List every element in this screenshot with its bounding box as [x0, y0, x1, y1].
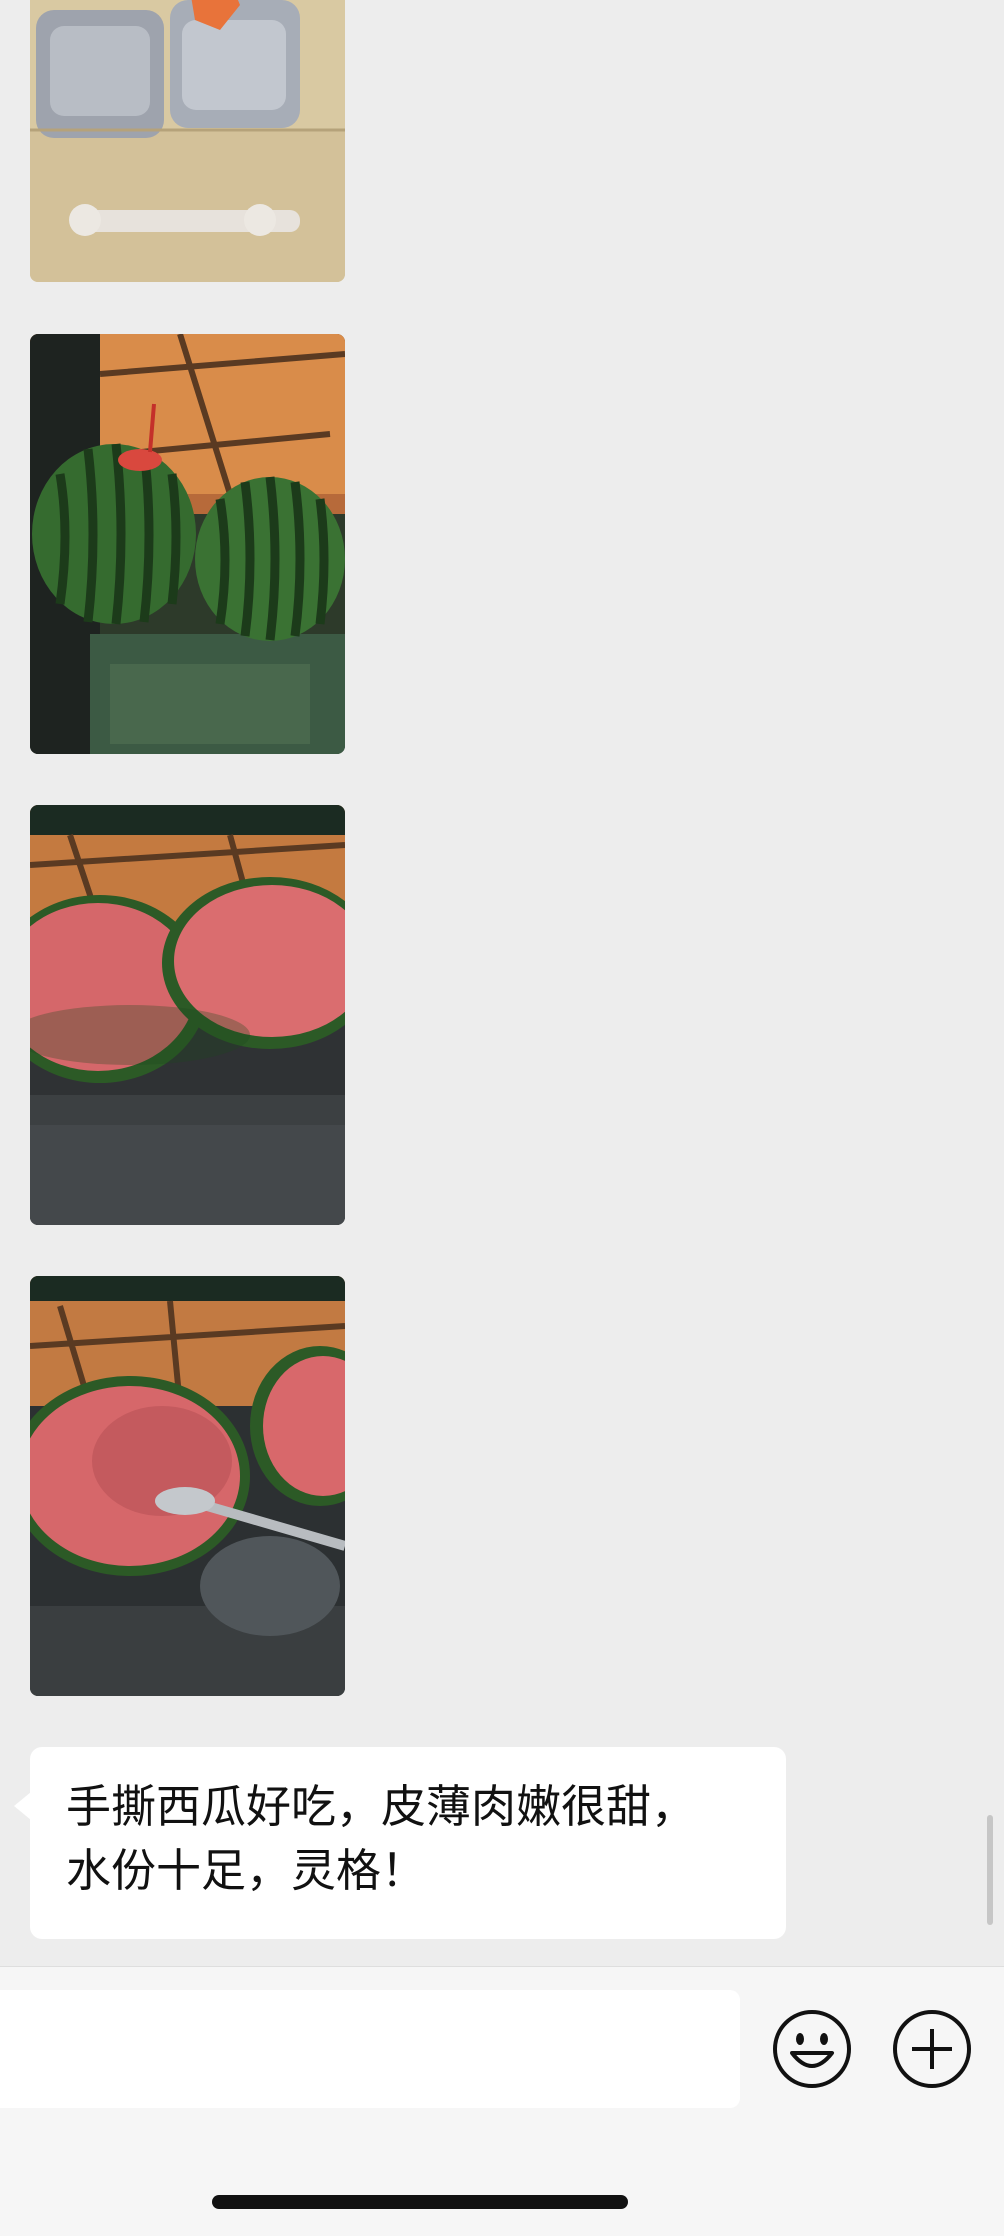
message-input[interactable] — [0, 1990, 740, 2108]
home-indicator[interactable] — [212, 2195, 628, 2209]
message-line-1: 手撕西瓜好吃，皮薄肉嫩很甜， — [66, 1780, 697, 1833]
image-message-spoon-watermelon[interactable] — [30, 1276, 345, 1696]
emoji-smile-icon — [773, 2010, 851, 2088]
bubble-tail — [14, 1792, 31, 1820]
image-message-halved-watermelons[interactable] — [30, 805, 345, 1225]
emoji-button[interactable] — [772, 2009, 852, 2089]
plus-circle-icon — [893, 2010, 971, 2088]
image-message-packaging[interactable] — [30, 0, 345, 282]
image-message-whole-watermelons[interactable] — [30, 334, 345, 754]
text-message-bubble[interactable]: 手撕西瓜好吃，皮薄肉嫩很甜， 水份十足，灵格！ — [30, 1747, 786, 1939]
scrollbar[interactable] — [987, 1815, 993, 1925]
more-button[interactable] — [892, 2009, 972, 2089]
chat-area[interactable]: 手撕西瓜好吃，皮薄肉嫩很甜， 水份十足，灵格！ — [0, 0, 1004, 1966]
message-line-2: 水份十足，灵格！ — [66, 1844, 427, 1897]
